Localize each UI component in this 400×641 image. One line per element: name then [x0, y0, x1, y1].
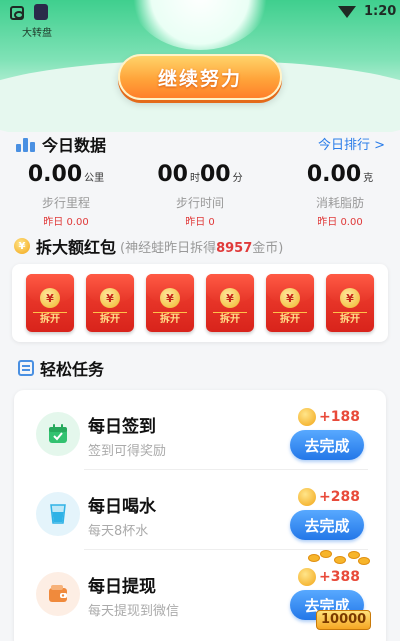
app-notification-icon: [10, 6, 24, 20]
task-list-icon: [18, 360, 34, 376]
task-card: 每日签到 签到可得奖励 +188 去完成 每日喝水 每天8杯水 +288 去完成…: [14, 390, 386, 641]
stat-fat: 0.00 克 消耗脂肪 昨日 0.00: [280, 162, 400, 228]
task-desc: 签到可得奖励: [88, 444, 167, 459]
today-data-header: 今日数据: [16, 132, 106, 156]
wifi-icon: [338, 6, 356, 18]
task-row-checkin: 每日签到 签到可得奖励 +188 去完成: [14, 390, 386, 470]
stat-fat-label: 消耗脂肪: [315, 196, 364, 210]
stat-time: 00 时00 分 步行时间 昨日 0: [140, 162, 260, 228]
tasks-title: 轻松任务: [40, 360, 105, 379]
task-reward: +288: [298, 488, 360, 506]
stat-distance: 0.00 公里 步行里程 昨日 0.00: [6, 162, 126, 228]
status-time: 1:20: [364, 4, 397, 19]
status-bar: 1:20: [0, 0, 400, 26]
stat-fat-value: 0.00: [306, 162, 362, 187]
red-packet-amount: 8957: [216, 240, 253, 256]
today-data-title: 今日数据: [42, 136, 107, 155]
calendar-check-icon: [36, 412, 80, 456]
stat-distance-label: 步行里程: [41, 196, 90, 210]
task-complete-button[interactable]: 去完成: [290, 430, 364, 460]
red-packet[interactable]: ¥ 拆开: [86, 274, 134, 332]
task-reward: +388: [298, 568, 360, 586]
floating-coins: [308, 548, 370, 566]
notification-icon: [34, 4, 48, 20]
coin-bonus-badge[interactable]: 10000: [316, 610, 372, 630]
red-packet[interactable]: ¥ 拆开: [146, 274, 194, 332]
task-reward: +188: [298, 408, 360, 426]
task-desc: 每天提现到微信: [88, 604, 180, 619]
stat-minutes-unit: 分: [232, 173, 243, 184]
stat-fat-yesterday: 昨日 0.00: [317, 217, 363, 228]
tasks-header: 轻松任务: [18, 356, 104, 380]
stat-time-yesterday: 昨日 0: [185, 217, 215, 228]
red-packet-card: ¥ 拆开 ¥ 拆开 ¥ 拆开 ¥ 拆开 ¥ 拆开 ¥ 拆开: [12, 264, 388, 342]
red-packet[interactable]: ¥ 拆开: [266, 274, 314, 332]
coin-icon: [298, 488, 316, 506]
red-packet[interactable]: ¥ 拆开: [326, 274, 374, 332]
stat-hours-value: 00: [157, 162, 188, 187]
task-name: 每日喝水: [88, 497, 156, 517]
stat-distance-unit: 公里: [84, 173, 105, 184]
water-glass-icon: [36, 492, 80, 536]
red-packet-header: ¥ 拆大额红包 (神经蛙昨日拆得8957金币): [14, 234, 283, 258]
red-packet-title: 拆大额红包: [36, 238, 117, 257]
stat-distance-yesterday: 昨日 0.00: [43, 217, 89, 228]
red-packet-subtitle: (神经蛙昨日拆得8957金币): [120, 240, 284, 256]
today-stats: 0.00 公里 步行里程 昨日 0.00 00 时00 分 步行时间 昨日 0 0.0…: [0, 162, 400, 228]
red-packet[interactable]: ¥ 拆开: [26, 274, 74, 332]
turntable-link[interactable]: 大转盘: [22, 24, 52, 39]
stat-minutes-value: 00: [200, 162, 231, 187]
wallet-icon: [36, 572, 80, 616]
today-ranking-link[interactable]: 今日排行 >: [318, 134, 385, 153]
stat-hours-unit: 时: [190, 173, 200, 184]
stat-time-label: 步行时间: [175, 196, 224, 210]
coin-icon: [298, 408, 316, 426]
stat-fat-unit: 克: [363, 173, 374, 184]
red-packet[interactable]: ¥ 拆开: [206, 274, 254, 332]
coin-icon: [298, 568, 316, 586]
stats-chart-icon: [16, 136, 36, 152]
task-complete-button[interactable]: 去完成: [290, 510, 364, 540]
yen-coin-icon: ¥: [14, 238, 30, 254]
task-name: 每日提现: [88, 577, 156, 597]
continue-button[interactable]: 继续努力: [118, 54, 282, 100]
stat-distance-value: 0.00: [27, 162, 83, 187]
task-name: 每日签到: [88, 417, 156, 437]
task-desc: 每天8杯水: [88, 524, 149, 539]
task-row-water: 每日喝水 每天8杯水 +288 去完成: [14, 470, 386, 550]
